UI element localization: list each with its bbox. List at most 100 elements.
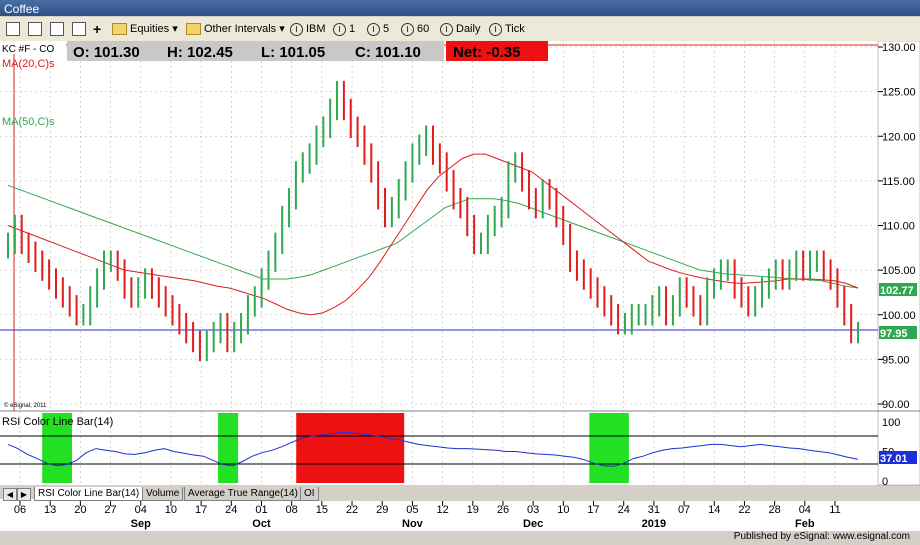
day-label: 29 — [376, 504, 388, 516]
price-tick-label: 105.00 — [882, 265, 916, 277]
price-tick-label: 120.00 — [882, 131, 916, 143]
month-label: 2019 — [642, 518, 666, 530]
price-tick-label: 100.00 — [882, 310, 916, 322]
ma-last-value: 102.77 — [880, 285, 914, 297]
interval-icon: I — [333, 22, 346, 36]
interval-icon: I — [401, 22, 414, 36]
day-label: 13 — [44, 504, 56, 516]
tab-oi[interactable]: OI — [300, 487, 319, 501]
add-icon[interactable]: + — [93, 20, 101, 38]
high-value: H: 102.45 — [167, 44, 233, 61]
day-label: 24 — [225, 504, 237, 516]
interval-icon: I — [440, 22, 453, 36]
interval-daily-button[interactable]: I Daily — [440, 20, 480, 38]
price-chart[interactable]: 130.00 125.00 120.00 115.00 110.00 105.00 100.… — [0, 41, 920, 527]
price-tick-label: 125.00 — [882, 87, 916, 99]
rsi-color-bar — [374, 413, 385, 483]
day-label: 20 — [74, 504, 86, 516]
day-label: 31 — [648, 504, 660, 516]
net-value: Net: -0.35 — [453, 44, 521, 61]
rsi-color-bar — [315, 413, 327, 483]
rsi-color-bar — [296, 413, 307, 483]
rsi-color-bar — [335, 413, 346, 483]
rsi-last-value: 37.01 — [880, 453, 908, 465]
interval-tick-button[interactable]: I Tick — [489, 20, 525, 38]
price-tick-label: 110.00 — [882, 221, 915, 233]
day-label: 27 — [104, 504, 116, 516]
scroll-right-button[interactable]: ▶ — [17, 488, 31, 501]
price-tick-label: 130.00 — [882, 42, 916, 54]
price-tick-label: 90.00 — [882, 399, 910, 411]
tab-rsi[interactable]: RSI Color Line Bar(14) — [34, 487, 144, 501]
day-label: 12 — [436, 504, 448, 516]
layout-icon[interactable] — [6, 20, 20, 38]
month-label: Feb — [795, 518, 815, 530]
link-icon[interactable] — [50, 20, 64, 38]
symbol-label: KC #F - CO — [2, 44, 54, 55]
day-label: 04 — [799, 504, 811, 516]
day-label: 22 — [738, 504, 750, 516]
day-label: 15 — [316, 504, 328, 516]
rsi-color-bar — [589, 413, 600, 483]
interval-5-button[interactable]: I5 — [367, 20, 389, 38]
day-label: 22 — [346, 504, 358, 516]
tab-volume[interactable]: Volume — [142, 487, 184, 501]
rsi-color-bar — [599, 413, 610, 483]
study-tabs: RSI Color Line Bar(14) Volume Average Tr… — [34, 487, 920, 501]
folder-icon — [112, 23, 127, 36]
day-label: 14 — [708, 504, 720, 516]
month-label: Dec — [523, 518, 543, 530]
rsi-color-bar — [305, 413, 317, 483]
rsi-color-bar — [354, 413, 366, 483]
open-value: O: 101.30 — [73, 44, 140, 61]
ma20-label: MA(20,C)s — [2, 58, 55, 70]
price-last-value: 97.95 — [880, 328, 908, 340]
window-titlebar: Coffee — [0, 0, 920, 16]
day-label: 05 — [406, 504, 418, 516]
rsi-color-bar — [345, 413, 356, 483]
close-value: C: 101.10 — [355, 44, 421, 61]
interval-1-button[interactable]: I1 — [333, 20, 355, 38]
intervals-dropdown[interactable]: Other Intervals ▾ — [186, 20, 285, 38]
rsi-color-bar — [325, 413, 336, 483]
symbol-icon: I — [290, 22, 303, 36]
day-label: 17 — [587, 504, 599, 516]
interval-60-button[interactable]: I 60 — [401, 20, 429, 38]
tab-atr[interactable]: Average True Range(14) — [184, 487, 302, 501]
symbol-ibm-button[interactable]: I IBM — [290, 20, 326, 38]
price-tick-label: 115.00 — [882, 176, 915, 188]
day-label: 10 — [557, 504, 569, 516]
scroll-left-button[interactable]: ◀ — [3, 488, 17, 501]
day-label: 07 — [678, 504, 690, 516]
day-label: 10 — [165, 504, 177, 516]
low-value: L: 101.05 — [261, 44, 325, 61]
toolbar: + Equities ▾ Other Intervals ▾ I IBM I1 I… — [0, 17, 920, 42]
footer-credit: Published by eSignal: www.esignal.com — [733, 531, 910, 542]
day-label: 03 — [527, 504, 539, 516]
day-label: 19 — [467, 504, 479, 516]
equities-dropdown[interactable]: Equities ▾ — [112, 20, 178, 38]
rsi-color-bar — [618, 413, 629, 483]
day-label: 04 — [135, 504, 147, 516]
day-label: 28 — [769, 504, 781, 516]
day-label: 01 — [255, 504, 267, 516]
interval-icon: I — [367, 22, 380, 36]
day-label: 06 — [14, 504, 26, 516]
rsi-color-bar — [364, 413, 375, 483]
rsi-tick-label: 100 — [882, 417, 900, 429]
ma50-label: MA(50,C)s — [2, 116, 55, 128]
properties-icon[interactable] — [72, 20, 86, 38]
day-label: 11 — [829, 504, 840, 516]
window-title: Coffee — [4, 2, 40, 16]
rsi-color-bar — [218, 413, 229, 483]
copy-icon[interactable] — [28, 20, 42, 38]
folder-icon — [186, 23, 201, 36]
day-label: 24 — [618, 504, 630, 516]
rsi-color-bar — [227, 413, 239, 483]
rsi-title: RSI Color Line Bar(14) — [2, 416, 113, 428]
day-label: 08 — [286, 504, 298, 516]
rsi-color-bar — [384, 413, 395, 483]
interval-icon: I — [489, 22, 502, 36]
day-label: 17 — [195, 504, 207, 516]
plot-background — [0, 41, 878, 485]
